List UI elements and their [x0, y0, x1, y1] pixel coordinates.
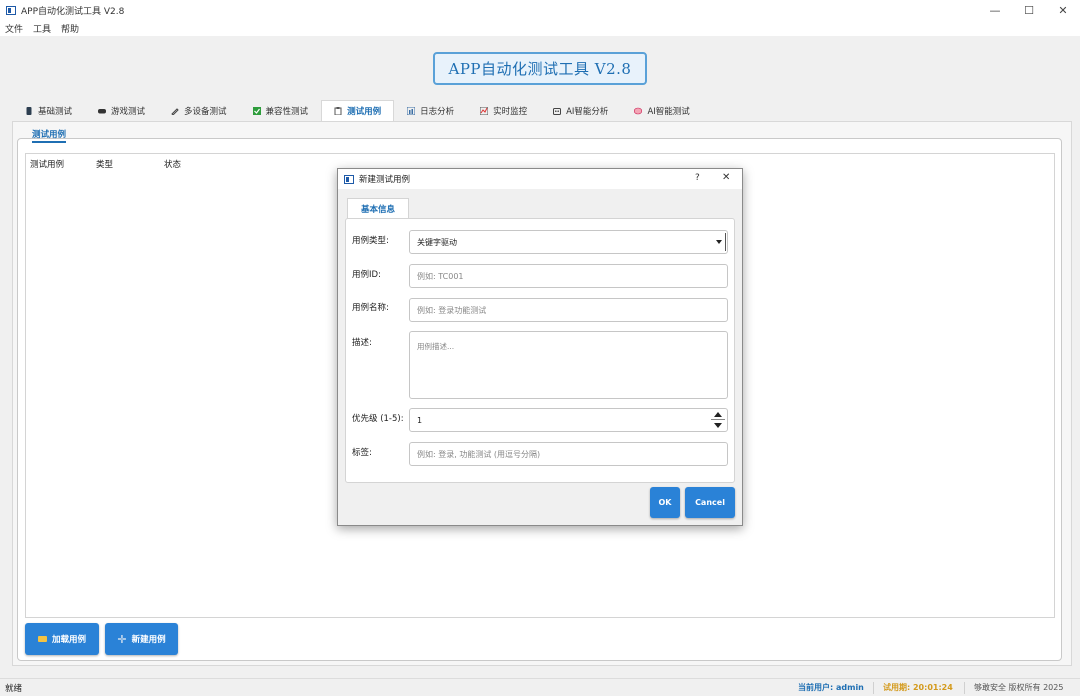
priority-label: 优先级 (1-5):	[352, 414, 404, 424]
trial-timer: 试用期: 20:01:24	[883, 683, 953, 692]
phone-icon	[26, 107, 32, 115]
column-header-type[interactable]: 类型	[96, 158, 113, 170]
chart-icon	[407, 107, 416, 115]
button-label: 新建用例	[131, 635, 166, 645]
status-divider	[964, 682, 965, 694]
brain-icon	[634, 107, 643, 115]
group-title: 测试用例	[32, 128, 67, 143]
menu-tools[interactable]: 工具	[33, 22, 51, 35]
menu-file[interactable]: 文件	[5, 22, 23, 35]
tags-field[interactable]: 例如: 登录, 功能测试 (用逗号分隔)	[409, 442, 728, 466]
main-tabbar: 基础测试 游戏测试 多设备测试 兼容性测试 测试用例 日志分析 实时监控 AI智…	[12, 100, 703, 122]
spin-down-button[interactable]	[711, 420, 725, 430]
id-field[interactable]: 例如: TC001	[409, 264, 728, 288]
type-value: 关键字驱动	[417, 237, 457, 247]
priority-spinbox[interactable]: 1	[409, 408, 728, 432]
new-testcase-button[interactable]: ✛ 新建用例	[105, 623, 178, 655]
tab-label: AI智能分析	[566, 107, 609, 117]
tab-realtime-monitor[interactable]: 实时监控	[467, 100, 541, 122]
tab-label: 日志分析	[420, 107, 455, 117]
pen-icon	[171, 108, 179, 115]
type-label: 用例类型:	[352, 236, 389, 246]
window-controls: — ☐ ✕	[978, 0, 1080, 20]
tab-ai-analysis[interactable]: AI智能分析	[540, 100, 622, 122]
plus-icon: ✛	[117, 632, 127, 646]
tab-label: 实时监控	[493, 107, 528, 117]
tab-multi-device[interactable]: 多设备测试	[158, 100, 240, 122]
arrow-down-icon	[714, 422, 722, 428]
app-banner-title: APP自动化测试工具 V2.8	[433, 52, 647, 85]
statusbar: 就绪 当前用户: admin 试用期: 20:01:24 够敢安全 版权所有 2…	[0, 678, 1080, 696]
current-user: 当前用户: admin	[798, 683, 864, 692]
tab-label: 基础测试	[38, 107, 73, 117]
close-icon[interactable]: ✕	[722, 172, 730, 183]
name-label: 用例名称:	[352, 303, 389, 313]
description-placeholder: 用例描述...	[417, 342, 455, 351]
tags-placeholder: 例如: 登录, 功能测试 (用逗号分隔)	[417, 449, 541, 459]
tab-compatibility[interactable]: 兼容性测试	[239, 100, 322, 122]
status-text: 就绪	[5, 683, 23, 694]
description-textarea[interactable]: 用例描述...	[409, 331, 728, 399]
arrow-up-icon	[714, 412, 722, 417]
id-label: 用例ID:	[352, 270, 381, 280]
type-select[interactable]: 关键字驱动	[409, 230, 728, 254]
dialog-title: 新建测试用例	[359, 175, 411, 185]
tab-label: 测试用例	[347, 107, 382, 117]
tab-log-analysis[interactable]: 日志分析	[394, 100, 468, 122]
app-icon	[6, 5, 16, 15]
folder-icon	[37, 636, 47, 642]
close-button[interactable]: ✕	[1046, 0, 1080, 20]
tab-label: AI智能测试	[647, 107, 690, 117]
description-label: 描述:	[352, 338, 372, 348]
name-field[interactable]: 例如: 登录功能测试	[409, 298, 728, 322]
priority-value: 1	[417, 415, 423, 425]
tab-game-test[interactable]: 游戏测试	[85, 100, 159, 122]
menu-help[interactable]: 帮助	[61, 22, 79, 35]
ok-button[interactable]: OK	[650, 487, 680, 518]
cancel-button[interactable]: Cancel	[685, 487, 735, 518]
tags-label: 标签:	[352, 448, 372, 458]
tab-basic-test[interactable]: 基础测试	[12, 100, 86, 122]
button-label: 加载用例	[51, 635, 86, 645]
check-icon	[252, 107, 261, 115]
robot-icon	[553, 108, 562, 115]
tab-testcases[interactable]: 测试用例	[321, 100, 395, 122]
column-header-status[interactable]: 状态	[164, 158, 181, 170]
chevron-down-icon	[716, 240, 722, 244]
window-titlebar: APP自动化测试工具 V2.8 — ☐ ✕	[0, 0, 1080, 20]
id-placeholder: 例如: TC001	[417, 271, 464, 281]
tab-ai-test[interactable]: AI智能测试	[621, 100, 703, 122]
tab-label: 多设备测试	[184, 107, 227, 117]
column-header-testcase[interactable]: 测试用例	[30, 158, 64, 170]
gamepad-icon	[98, 109, 107, 114]
new-testcase-dialog: 新建测试用例 ? ✕ 基本信息 用例类型: 关键字驱动 用例ID: 例如: TC…	[337, 168, 743, 526]
menubar: 文件 工具 帮助	[0, 20, 1080, 36]
load-testcase-button[interactable]: 加载用例	[25, 623, 99, 655]
spin-up-button[interactable]	[711, 410, 725, 420]
clipboard-icon	[334, 107, 342, 115]
minimize-button[interactable]: —	[978, 0, 1012, 20]
tab-label: 游戏测试	[111, 107, 146, 117]
help-icon[interactable]: ?	[695, 173, 700, 183]
copyright: 够敢安全 版权所有 2025	[974, 683, 1064, 692]
status-divider	[873, 682, 874, 694]
app-icon	[344, 174, 354, 184]
basic-info-panel: 用例类型: 关键字驱动 用例ID: 例如: TC001 用例名称: 例如: 登录…	[345, 218, 735, 483]
maximize-button[interactable]: ☐	[1012, 0, 1046, 20]
combo-divider	[725, 233, 726, 251]
tab-basic-info[interactable]: 基本信息	[347, 198, 410, 219]
window-title: APP自动化测试工具 V2.8	[21, 6, 125, 17]
tab-label: 兼容性测试	[265, 107, 309, 117]
dialog-titlebar: 新建测试用例 ? ✕	[338, 169, 742, 189]
monitor-icon	[480, 107, 489, 115]
name-placeholder: 例如: 登录功能测试	[417, 305, 487, 315]
